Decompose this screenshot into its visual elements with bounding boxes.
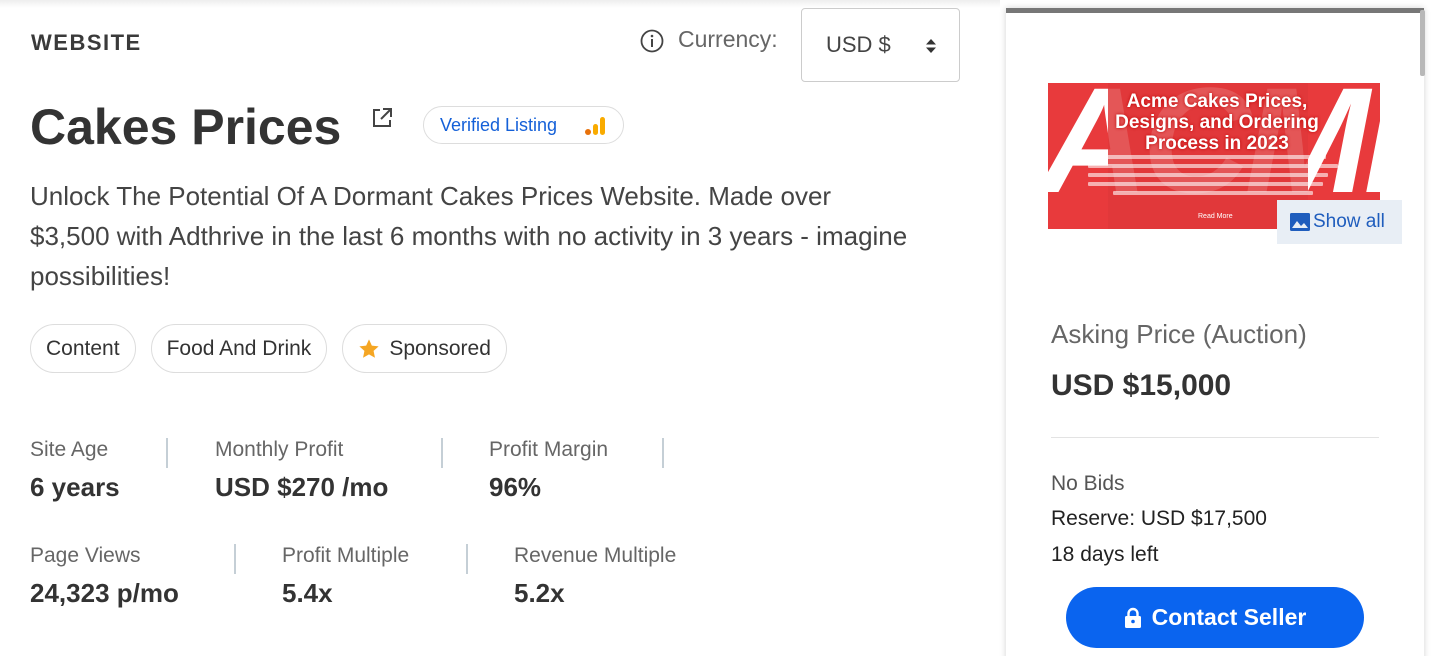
thumbnail-title: Acme Cakes Prices, Designs, and Ordering… <box>1115 91 1319 154</box>
stat-monthly-profit: Monthly Profit USD $270 /mo <box>215 438 388 503</box>
thumbnail-text-lines <box>1088 155 1338 200</box>
analytics-bars-icon <box>585 117 605 135</box>
currency-dropdown[interactable]: USD $ <box>801 8 960 82</box>
stat-divider <box>662 438 664 468</box>
stat-label: Site Age <box>30 438 109 461</box>
stat-label: Monthly Profit <box>215 438 344 461</box>
verified-listing-badge[interactable]: Verified Listing <box>423 106 624 144</box>
stat-value: 24,323 p/mo <box>30 578 179 608</box>
tag-list: Content Food And Drink Sponsored <box>30 324 522 373</box>
listing-category: WEBSITE <box>31 30 142 55</box>
stat-value: USD $270 /mo <box>215 472 389 502</box>
show-all-label: Show all <box>1313 211 1385 232</box>
time-remaining: 18 days left <box>1051 543 1159 566</box>
tag-label: Content <box>46 336 120 360</box>
stat-label: Profit Multiple <box>282 544 410 567</box>
sort-arrows-icon <box>926 39 936 53</box>
stat-label: Page Views <box>30 544 141 567</box>
stat-divider <box>466 544 468 574</box>
tag-sponsored[interactable]: Sponsored <box>342 324 507 373</box>
stat-profit-margin: Profit Margin 96% <box>489 438 608 503</box>
listing-title: Cakes Prices <box>30 99 342 155</box>
tag-content[interactable]: Content <box>30 324 136 373</box>
tag-food-and-drink[interactable]: Food And Drink <box>150 324 328 373</box>
info-icon[interactable] <box>640 29 664 53</box>
stat-value: 96% <box>489 472 542 502</box>
currency-selector: Currency: USD $ <box>640 8 960 82</box>
asking-price-label: Asking Price (Auction) <box>1051 319 1307 349</box>
reserve-price: Reserve: USD $17,500 <box>1051 507 1267 530</box>
lock-icon <box>1124 607 1141 628</box>
stat-value: 5.4x <box>282 578 333 608</box>
contact-seller-label: Contact Seller <box>1151 604 1307 630</box>
asking-price-value: USD $15,000 <box>1051 369 1232 402</box>
external-link-icon[interactable] <box>371 107 393 129</box>
listing-description: Unlock The Potential Of A Dormant Cakes … <box>30 181 908 291</box>
scrollbar[interactable] <box>1420 10 1425 76</box>
verified-label: Verified Listing <box>440 114 558 135</box>
tag-label: Sponsored <box>389 336 491 360</box>
stat-page-views: Page Views 24,323 p/mo <box>30 544 179 609</box>
stat-divider <box>166 438 168 468</box>
bid-status: No Bids <box>1051 472 1125 495</box>
stat-divider <box>441 438 443 468</box>
image-icon <box>1290 213 1310 231</box>
thumbnail-read-more: Read More <box>1198 213 1233 220</box>
panel-divider <box>1051 437 1379 438</box>
currency-label: Currency: <box>678 25 778 52</box>
tag-label: Food And Drink <box>166 336 312 360</box>
stat-revenue-multiple: Revenue Multiple 5.2x <box>514 544 676 609</box>
stat-label: Revenue Multiple <box>514 544 677 567</box>
stat-label: Profit Margin <box>489 438 609 461</box>
top-shadow <box>0 0 1000 8</box>
stat-value: 6 years <box>30 472 120 502</box>
currency-selected-value: USD $ <box>826 32 891 57</box>
stat-value: 5.2x <box>514 578 565 608</box>
contact-seller-button[interactable]: Contact Seller <box>1066 587 1364 648</box>
star-icon <box>359 338 379 358</box>
auction-panel: ACME Acme Cakes Prices, Designs, and Ord… <box>1006 8 1424 656</box>
show-all-button[interactable]: Show all <box>1277 200 1402 244</box>
stat-profit-multiple: Profit Multiple 5.4x <box>282 544 409 609</box>
stat-divider <box>234 544 236 574</box>
stat-site-age: Site Age 6 years <box>30 438 120 503</box>
